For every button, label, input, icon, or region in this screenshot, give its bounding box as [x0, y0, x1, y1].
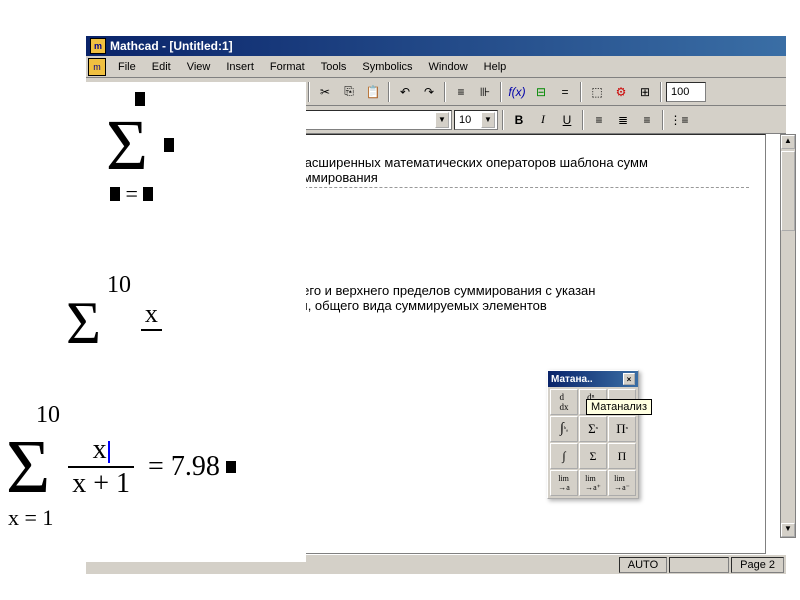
menu-window[interactable]: Window [421, 59, 476, 75]
copy-button[interactable]: ⎘ [338, 81, 360, 103]
math-figure: Σ = 10 Σ x 10 Σ [6, 82, 306, 562]
separator [662, 110, 664, 130]
upper-limit: 10 [36, 402, 236, 429]
equals-sign: = [126, 181, 144, 206]
function-button[interactable]: f(x) [506, 81, 528, 103]
product-button[interactable]: Π [608, 443, 636, 469]
sum-partial: 10 Σ x [66, 272, 162, 351]
placeholder [110, 187, 120, 201]
scroll-thumb[interactable] [781, 151, 795, 231]
align-center-button[interactable]: ≣ [612, 109, 634, 131]
window-title: Mathcad - [Untitled:1] [110, 39, 233, 53]
component-button[interactable]: ⬚ [586, 81, 608, 103]
placeholder [143, 187, 153, 201]
placeholder [164, 138, 174, 152]
font-size: 10 [459, 114, 477, 126]
grid-button[interactable]: ⊞ [634, 81, 656, 103]
scroll-up-button[interactable]: ▲ [781, 135, 795, 149]
window-titlebar: m Mathcad - [Untitled:1] [86, 36, 786, 56]
status-page: Page 2 [731, 557, 784, 573]
calc-button[interactable]: = [554, 81, 576, 103]
insert-button[interactable]: ⚙ [610, 81, 632, 103]
lower-limit: x = 1 [8, 505, 236, 531]
fraction-denominator: x + 1 [68, 468, 134, 500]
paste-button[interactable]: 📋 [362, 81, 384, 103]
integral-button[interactable]: ∫ [550, 443, 578, 469]
menu-tools[interactable]: Tools [313, 59, 355, 75]
dropdown-arrow-icon[interactable]: ▼ [481, 112, 495, 128]
status-auto: AUTO [619, 557, 667, 573]
align-right-button[interactable]: ≡ [636, 109, 658, 131]
palette-titlebar[interactable]: Матана.. × [548, 371, 638, 387]
sigma-icon: Σ [106, 109, 148, 181]
align-left-button[interactable]: ≡ [588, 109, 610, 131]
separator [388, 82, 390, 102]
placeholder [226, 461, 236, 473]
align2-button[interactable]: ⊪ [474, 81, 496, 103]
sum-button[interactable]: Σ [579, 443, 607, 469]
align-button[interactable]: ≡ [450, 81, 472, 103]
separator [444, 82, 446, 102]
doc-text-2: ижнего и верхнего пределов суммирования … [279, 283, 759, 313]
menu-bar: m File Edit View Insert Format Tools Sym… [86, 56, 786, 78]
definite-integral-button[interactable]: ∫ᵇₐ [550, 416, 578, 442]
palette-tooltip: Матанализ [586, 399, 652, 415]
separator [580, 82, 582, 102]
placeholder [135, 92, 145, 106]
separator [582, 110, 584, 130]
app-icon: m [90, 38, 106, 54]
fraction-numerator: x [141, 299, 162, 329]
undo-button[interactable]: ↶ [394, 81, 416, 103]
zoom-combo[interactable]: 100 [666, 82, 706, 102]
doc-text-1: ли расширенных математических операторов… [279, 155, 759, 188]
unit-button[interactable]: ⊟ [530, 81, 552, 103]
sum-evaluated: 10 Σ x x + 1 = 7.98 x = 1 [6, 402, 236, 531]
cut-button[interactable]: ✂ [314, 81, 336, 103]
definite-product-button[interactable]: Πⁿ [608, 416, 636, 442]
menu-help[interactable]: Help [476, 59, 515, 75]
close-icon[interactable]: × [623, 373, 635, 385]
fraction-numerator: x [89, 434, 114, 466]
cursor-icon [108, 441, 110, 463]
menu-file[interactable]: File [110, 59, 144, 75]
palette-title: Матана.. [551, 374, 593, 385]
limit-right-button[interactable]: lim→a⁺ [579, 470, 607, 496]
status-blank [669, 557, 729, 573]
separator [502, 110, 504, 130]
fraction-denominator [144, 331, 159, 351]
scroll-down-button[interactable]: ▼ [781, 523, 795, 537]
limit-left-button[interactable]: lim→a⁻ [608, 470, 636, 496]
sigma-icon: Σ [6, 429, 50, 505]
italic-button[interactable]: I [532, 109, 554, 131]
separator [308, 82, 310, 102]
menu-symbolics[interactable]: Symbolics [354, 59, 420, 75]
separator [500, 82, 502, 102]
separator [660, 82, 662, 102]
sigma-icon: Σ [66, 299, 101, 347]
menu-insert[interactable]: Insert [218, 59, 262, 75]
sum-template: Σ = [106, 92, 174, 207]
redo-button[interactable]: ↷ [418, 81, 440, 103]
menu-format[interactable]: Format [262, 59, 313, 75]
zoom-value: 100 [671, 86, 689, 98]
result: = 7.98 [148, 451, 220, 483]
vertical-scrollbar[interactable]: ▲ ▼ [780, 134, 796, 538]
menu-edit[interactable]: Edit [144, 59, 179, 75]
bullets-button[interactable]: ⋮≡ [668, 109, 690, 131]
doc-icon: m [88, 58, 106, 76]
menu-view[interactable]: View [179, 59, 219, 75]
calculus-palette[interactable]: Матана.. × Матанализ ddx dⁿdxⁿ ∞ ∫ᵇₐ Σⁿ … [547, 370, 639, 499]
size-combo[interactable]: 10 ▼ [454, 110, 498, 130]
bold-button[interactable]: B [508, 109, 530, 131]
font-name: ial [287, 114, 431, 126]
derivative-button[interactable]: ddx [550, 389, 578, 415]
underline-button[interactable]: U [556, 109, 578, 131]
definite-sum-button[interactable]: Σⁿ [579, 416, 607, 442]
dropdown-arrow-icon[interactable]: ▼ [435, 112, 449, 128]
font-combo[interactable]: ial ▼ [282, 110, 452, 130]
limit-button[interactable]: lim→a [550, 470, 578, 496]
